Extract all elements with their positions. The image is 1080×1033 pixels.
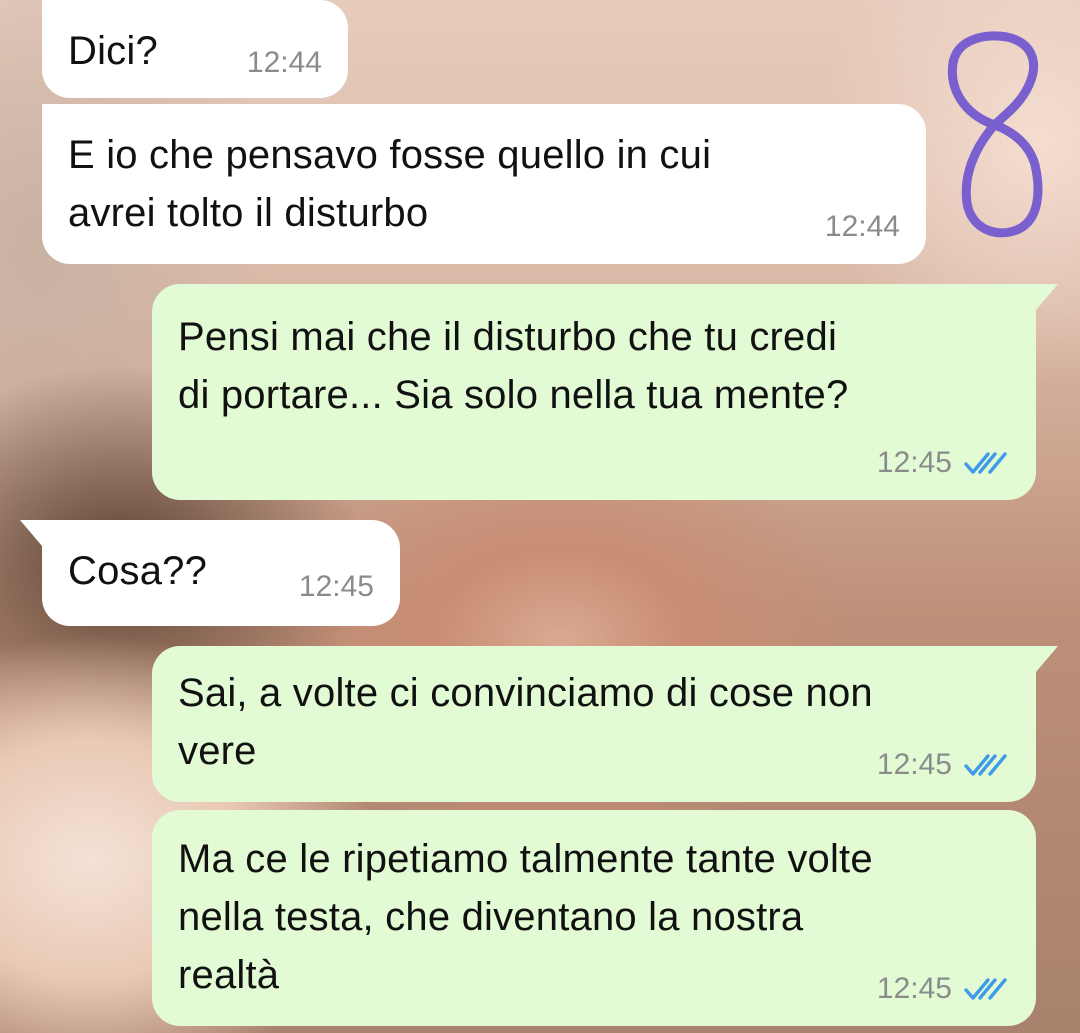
message-time: 12:45 — [876, 446, 952, 479]
message-text: Sai, a volte ci convinciamo di cose non … — [178, 671, 873, 773]
message-time: 12:45 — [876, 972, 952, 1005]
message-meta: 12:45 — [877, 446, 1008, 480]
message-text: Pensi mai che il disturbo che tu credi d… — [178, 315, 849, 417]
message-bubble-outgoing[interactable]: Ma ce le ripetiamo talmente tante volte … — [152, 810, 1036, 1026]
message-time: 12:44 — [246, 46, 322, 79]
bubble-tail — [20, 520, 42, 546]
message-bubble-incoming[interactable]: Dici? 12:44 — [42, 0, 348, 98]
message-meta: 12:44 — [825, 210, 900, 244]
double-check-icon — [964, 452, 1007, 474]
message-meta: 12:45 — [877, 748, 1008, 782]
message-text: Cosa?? — [68, 549, 208, 593]
message-bubble-incoming[interactable]: Cosa?? 12:45 — [20, 520, 400, 626]
message-meta: 12:45 — [299, 570, 374, 604]
double-check-icon — [964, 978, 1007, 1000]
handwritten-number-eight — [947, 31, 1043, 238]
message-time: 12:44 — [824, 210, 900, 243]
message-bubble-outgoing[interactable]: Sai, a volte ci convinciamo di cose non … — [152, 646, 1058, 802]
message-time: 12:45 — [876, 748, 952, 781]
message-meta: 12:44 — [247, 46, 322, 80]
bubble-tail — [1036, 284, 1058, 310]
message-bubble-incoming[interactable]: E io che pensavo fosse quello in cui avr… — [42, 104, 926, 264]
message-time: 12:45 — [298, 570, 374, 603]
message-text: E io che pensavo fosse quello in cui avr… — [68, 133, 712, 235]
message-meta: 12:45 — [877, 972, 1008, 1006]
message-bubble-outgoing[interactable]: Pensi mai che il disturbo che tu credi d… — [152, 284, 1058, 500]
bubble-tail — [1036, 646, 1058, 672]
message-text: Dici? — [68, 29, 158, 73]
double-check-icon — [964, 754, 1007, 776]
message-text: Ma ce le ripetiamo talmente tante volte … — [178, 837, 873, 997]
